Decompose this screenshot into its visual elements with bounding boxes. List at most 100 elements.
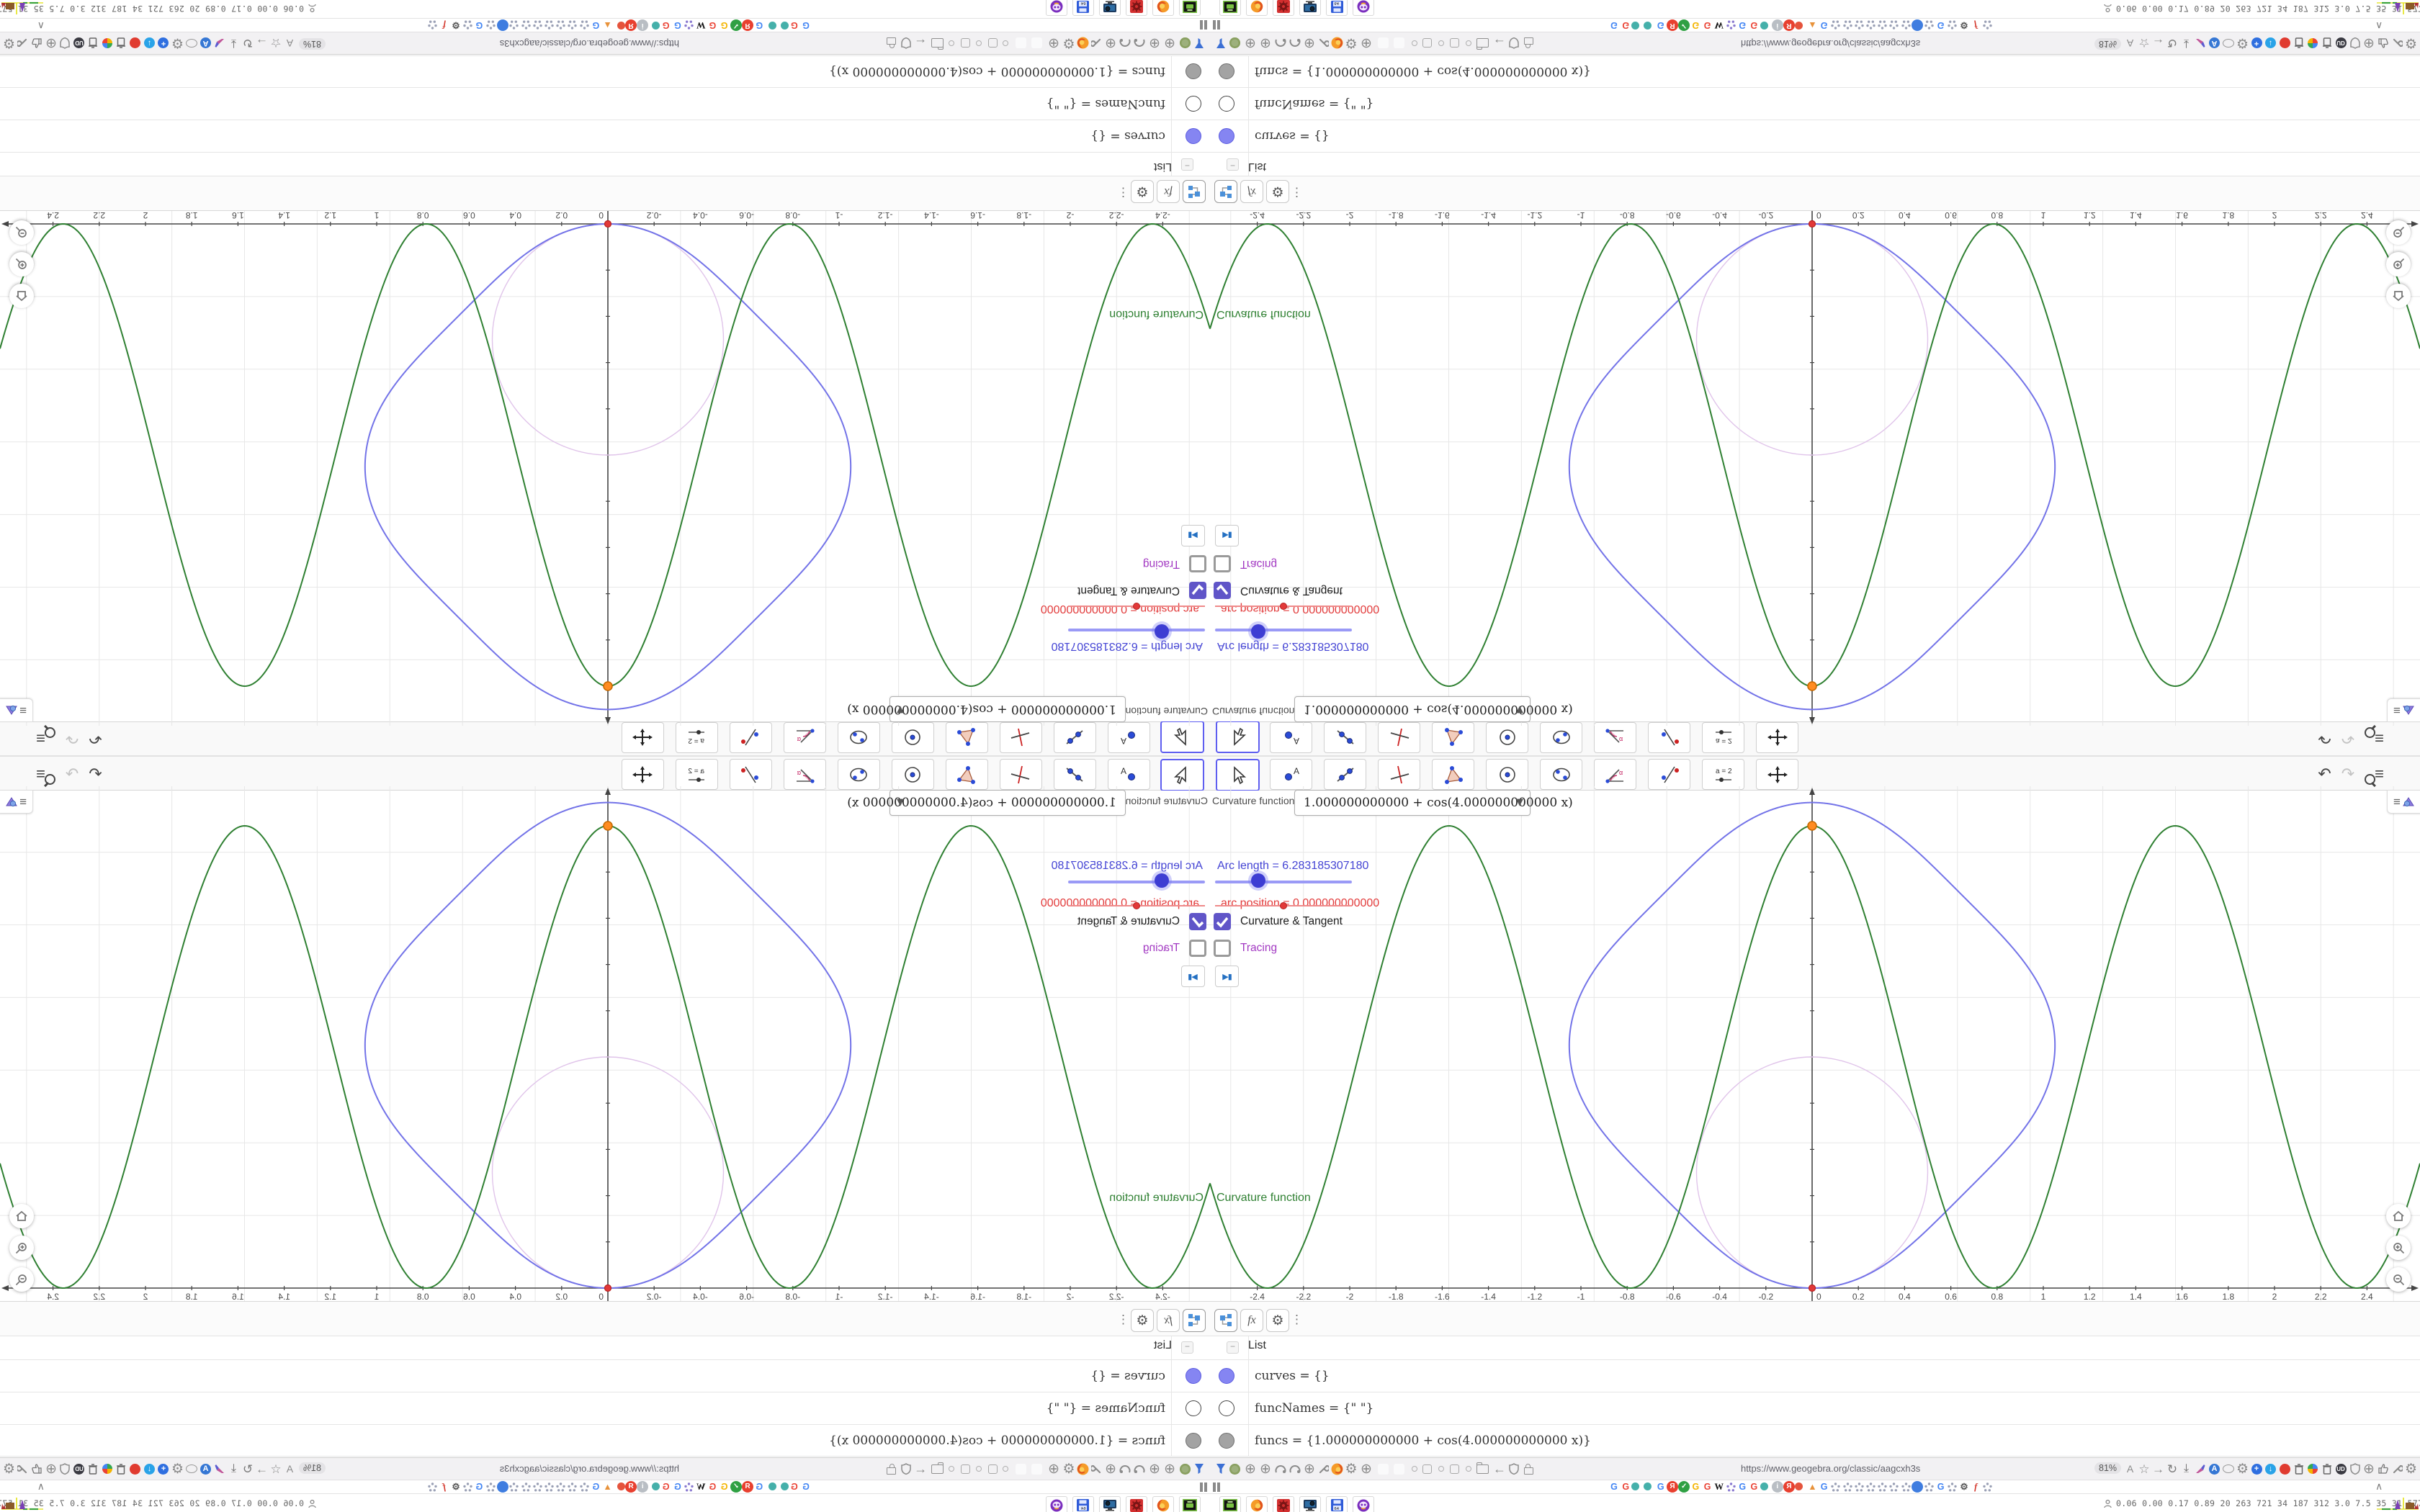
tab-favicon[interactable] bbox=[544, 1481, 555, 1493]
tab-favicon[interactable]: ✓ bbox=[730, 1481, 742, 1493]
arc-length-slider[interactable] bbox=[1215, 881, 1352, 883]
tab-favicon[interactable] bbox=[1912, 19, 1924, 31]
globe-icon[interactable]: ⊕ bbox=[1258, 32, 1273, 54]
expression-funcNames[interactable]: funcNames = {" "} bbox=[1047, 1392, 1165, 1424]
tab-favicon[interactable] bbox=[578, 19, 590, 31]
zoom-out-button[interactable] bbox=[2386, 1267, 2411, 1292]
oval-icon[interactable] bbox=[2222, 32, 2236, 54]
settings-button[interactable]: ⚙ bbox=[1266, 1309, 1289, 1332]
brush-icon[interactable] bbox=[2194, 32, 2208, 54]
disk-app-button[interactable]: 64 bbox=[1072, 0, 1094, 16]
expression-curves[interactable]: curves = {} bbox=[1255, 120, 1330, 152]
lock-icon[interactable] bbox=[884, 32, 899, 54]
star-icon[interactable]: ☆ bbox=[2138, 1458, 2151, 1480]
arc-position-slider-knob[interactable] bbox=[1133, 603, 1140, 610]
display-app-button[interactable] bbox=[1099, 0, 1121, 16]
tab-favicon[interactable]: G bbox=[672, 1481, 684, 1493]
skip-to-end-button[interactable]: ▶▮ bbox=[1181, 966, 1205, 987]
kebab-menu-icon[interactable]: ⋮ bbox=[1117, 1313, 1129, 1327]
settings-button[interactable]: ⚙ bbox=[1131, 1309, 1154, 1332]
oval-icon[interactable] bbox=[2222, 1458, 2236, 1480]
display-app-button[interactable] bbox=[1299, 0, 1321, 16]
privacy-app-button[interactable] bbox=[1046, 0, 1067, 16]
collapse-button[interactable]: − bbox=[1227, 1341, 1239, 1354]
tab-favicon[interactable]: ▲ bbox=[602, 19, 614, 31]
tab-favicon[interactable] bbox=[1981, 19, 1993, 31]
tab-favicon[interactable]: G bbox=[789, 19, 800, 31]
tab-favicon[interactable] bbox=[532, 19, 543, 31]
tab-favicon[interactable] bbox=[1900, 1481, 1912, 1493]
tab-favicon[interactable]: ▲ bbox=[1806, 19, 1818, 31]
trash-icon[interactable] bbox=[86, 32, 100, 54]
ud-icon[interactable]: UD bbox=[2334, 32, 2348, 54]
tab-favicon[interactable]: f bbox=[1970, 19, 1981, 31]
like-icon[interactable] bbox=[30, 1458, 44, 1480]
tab-favicon[interactable]: G bbox=[590, 1481, 601, 1493]
gauge-icon[interactable] bbox=[1132, 32, 1147, 54]
terminal-app-button[interactable] bbox=[1179, 1496, 1201, 1512]
stylebar-toggle-button[interactable]: ≡ bbox=[2387, 790, 2420, 814]
brush-icon[interactable] bbox=[213, 1458, 227, 1480]
arc-length-slider-knob[interactable] bbox=[1250, 624, 1265, 639]
firefox-icon[interactable] bbox=[1076, 1458, 1090, 1480]
tab-favicon[interactable]: G bbox=[1819, 1481, 1830, 1493]
tab-favicon[interactable]: ⚙ bbox=[450, 19, 462, 31]
skip-to-end-button[interactable]: ▶▮ bbox=[1215, 966, 1239, 987]
tab-favicon[interactable] bbox=[780, 1482, 789, 1490]
tab-favicon[interactable]: G bbox=[707, 1481, 718, 1493]
tab-favicon[interactable] bbox=[1643, 22, 1652, 30]
expression-curves[interactable]: curves = {} bbox=[1090, 1360, 1165, 1392]
tab-favicon[interactable] bbox=[1865, 1481, 1876, 1493]
globe-icon[interactable]: ⊕ bbox=[45, 32, 58, 54]
function-dropdown[interactable]: 1.000000000000 + cos(4.000000000000 x) ▼ bbox=[847, 790, 1126, 816]
overflow-chevron-icon[interactable]: ∧ bbox=[2375, 19, 2383, 32]
expression-funcNames[interactable]: funcNames = {" "} bbox=[1255, 1392, 1373, 1424]
tab-favicon[interactable] bbox=[462, 1481, 473, 1493]
tracing-checkbox[interactable] bbox=[1189, 940, 1206, 957]
package-manager-app-button[interactable] bbox=[1273, 0, 1294, 16]
tab-favicon[interactable]: f bbox=[1970, 1481, 1981, 1493]
kebab-menu-icon[interactable]: ⋮ bbox=[1291, 185, 1303, 199]
tab-favicon[interactable]: G bbox=[1608, 19, 1620, 31]
gear-icon[interactable]: ⚙ bbox=[1062, 1458, 1076, 1480]
tab-favicon[interactable] bbox=[1947, 19, 1958, 31]
expression-funcs[interactable]: funcs = {1.000000000000 + cos(4.00000000… bbox=[829, 55, 1165, 87]
translate-icon[interactable]: A bbox=[2123, 1458, 2137, 1480]
ghost-icon[interactable] bbox=[0, 1458, 2, 1480]
privacy-app-button[interactable] bbox=[1353, 0, 1374, 16]
tab-favicon[interactable]: G bbox=[660, 1481, 672, 1493]
back-icon[interactable]: ← bbox=[1492, 1458, 1507, 1480]
globe-icon[interactable]: ⊕ bbox=[1162, 32, 1177, 54]
home-button[interactable] bbox=[9, 1204, 34, 1228]
gear-icon[interactable]: ⚙ bbox=[2236, 32, 2249, 54]
oval-icon[interactable] bbox=[185, 32, 199, 54]
tab-favicon[interactable] bbox=[1760, 22, 1768, 30]
privacy-app-button[interactable] bbox=[1046, 1496, 1067, 1512]
forward-icon[interactable]: → bbox=[2151, 1458, 2165, 1480]
pinwheel-icon[interactable] bbox=[2306, 1458, 2320, 1480]
globe-icon[interactable]: ⊕ bbox=[1359, 32, 1373, 54]
tab-favicon[interactable]: G bbox=[473, 1481, 485, 1493]
tab-favicon[interactable] bbox=[567, 1481, 578, 1493]
tab-favicon[interactable]: G bbox=[1736, 1481, 1748, 1493]
tab-favicon[interactable]: G bbox=[800, 1481, 812, 1493]
tab-favicon[interactable] bbox=[578, 1481, 590, 1493]
zoom-out-button[interactable] bbox=[9, 1267, 34, 1292]
tab-favicon[interactable]: G bbox=[1655, 19, 1667, 31]
red-circle-icon[interactable] bbox=[2278, 32, 2292, 54]
tab-favicon[interactable]: ✓ bbox=[1678, 1481, 1690, 1493]
tab-favicon[interactable]: Я bbox=[625, 19, 637, 31]
function-dropdown[interactable]: 1.000000000000 + cos(4.000000000000 x) ▼ bbox=[1294, 696, 1573, 722]
tab-favicon[interactable]: ⚙ bbox=[450, 1481, 462, 1493]
tab-favicon[interactable]: G bbox=[789, 1481, 800, 1493]
gauge-icon[interactable] bbox=[1288, 32, 1302, 54]
visibility-toggle-funcNames[interactable] bbox=[1219, 1400, 1234, 1416]
tab-favicon[interactable]: G bbox=[473, 19, 485, 31]
tab-favicon[interactable]: W bbox=[1713, 1481, 1725, 1493]
gear-icon[interactable]: ⚙ bbox=[2, 32, 16, 54]
ball-icon[interactable] bbox=[1178, 32, 1193, 54]
tab-favicon[interactable] bbox=[1795, 22, 1803, 30]
skip-to-end-button[interactable]: ▶▮ bbox=[1181, 525, 1205, 546]
tab-favicon[interactable] bbox=[508, 19, 520, 31]
gear-icon[interactable]: ⚙ bbox=[2236, 1458, 2249, 1480]
